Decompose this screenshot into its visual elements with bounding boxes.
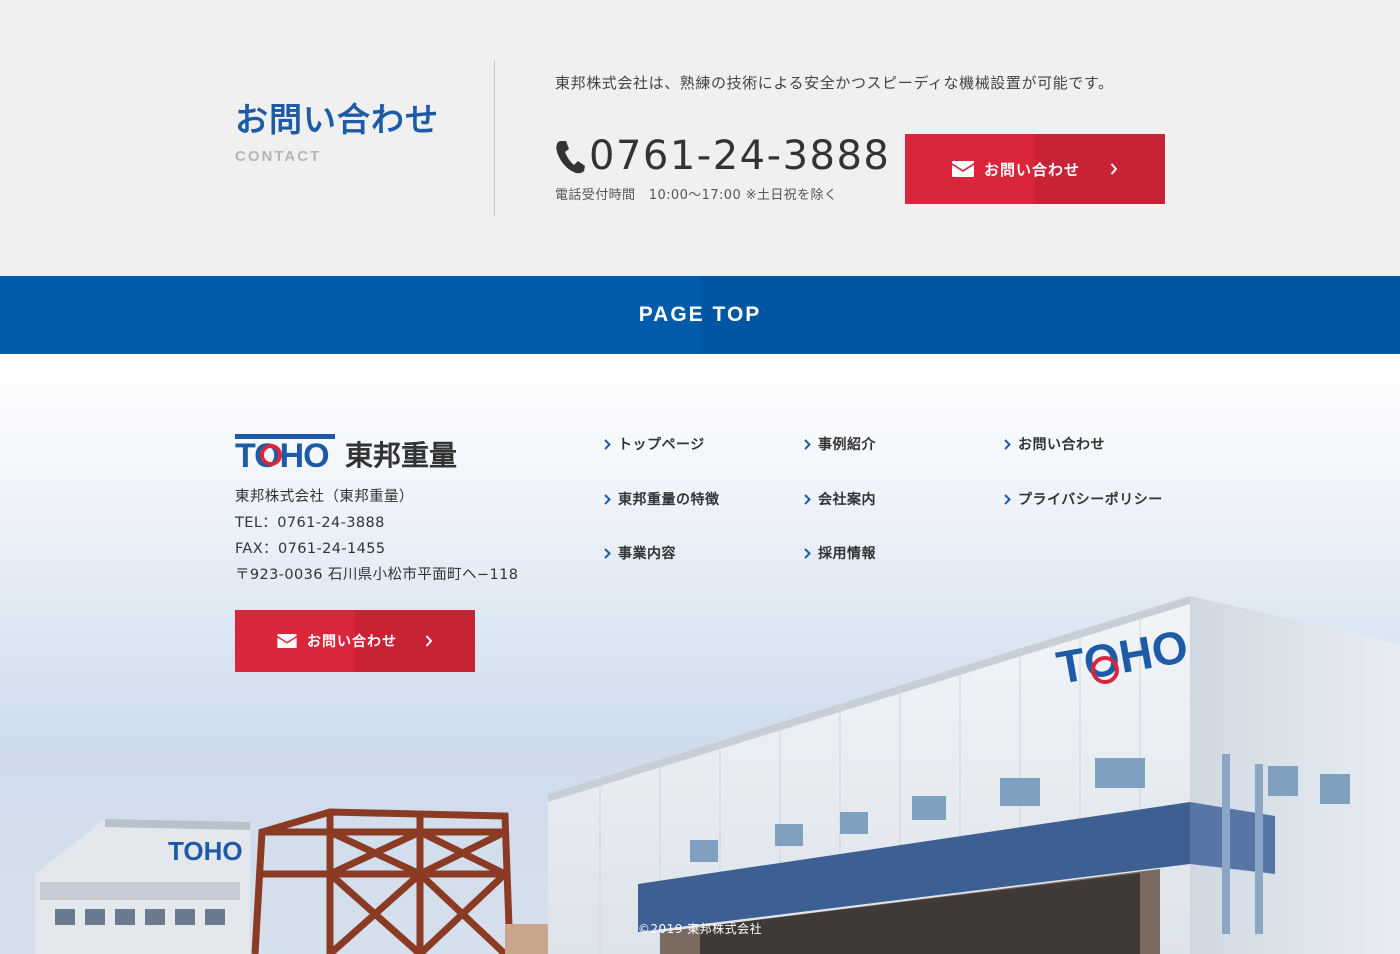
contact-heading: お問い合わせ CONTACT (235, 100, 439, 165)
chevron-right-icon (1110, 163, 1118, 175)
footer-nav: トップページ 事例紹介 お問い合わせ 東邦重量の特徴 会社案内 プライバシーポリ… (604, 430, 1204, 590)
chevron-right-icon (804, 438, 811, 450)
company-fax: FAX：0761-24-1455 (235, 541, 386, 557)
nav-link-contact[interactable]: お問い合わせ (1004, 434, 1105, 454)
chevron-right-icon (604, 438, 611, 450)
contact-description: 東邦株式会社は、熟練の技術による安全かつスピーディな機械設置が可能です。 (555, 74, 1114, 92)
company-address: 〒923-0036 石川県小松市平面町ヘ−118 (235, 567, 519, 583)
mail-icon (277, 634, 297, 648)
nav-link-company[interactable]: 会社案内 (804, 489, 876, 509)
company-info: 東邦株式会社（東邦重量） TEL：0761-24-3888 FAX：0761-2… (235, 484, 518, 588)
contact-section: お問い合わせ CONTACT 東邦株式会社は、熟練の技術による安全かつスピーディ… (0, 0, 1400, 276)
contact-divider (494, 60, 495, 216)
contact-title: お問い合わせ (235, 100, 439, 139)
contact-button-label: お問い合わせ (983, 160, 1080, 179)
page-top-label: PAGE TOP (638, 303, 762, 326)
nav-link-cases[interactable]: 事例紹介 (804, 434, 876, 454)
nav-link-privacy[interactable]: プライバシーポリシー (1004, 489, 1163, 509)
footer-contact-button-label: お問い合わせ (307, 634, 397, 650)
contact-subtitle: CONTACT (235, 147, 322, 165)
svg-text:東邦重量: 東邦重量 (345, 439, 457, 468)
nav-link-features[interactable]: 東邦重量の特徴 (604, 489, 720, 509)
chevron-right-icon (604, 547, 611, 559)
chevron-right-icon (1004, 438, 1011, 450)
mail-icon (951, 161, 974, 177)
chevron-right-icon (425, 635, 433, 647)
svg-text:TOHO: TOHO (235, 437, 329, 468)
phone-hours: 電話受付時間 10:00〜17:00 ※土日祝を除く (555, 188, 838, 203)
nav-link-top-page[interactable]: トップページ (604, 434, 705, 454)
left-building-sign: TOHO (168, 836, 243, 866)
svg-text:TOHO: TOHO (168, 836, 243, 866)
phone-icon (556, 141, 585, 174)
contact-button[interactable]: お問い合わせ (905, 134, 1165, 204)
phone-number[interactable]: 0761-24-3888 (589, 134, 890, 178)
footer: TOHO TOHO TOHO 東邦重量 東邦株式会社（東邦重量） TEL：076… (0, 354, 1400, 954)
page-top-button[interactable]: PAGE TOP (0, 276, 1400, 354)
chevron-right-icon (804, 493, 811, 505)
company-name: 東邦株式会社（東邦重量） (235, 489, 414, 505)
company-tel[interactable]: TEL：0761-24-3888 (235, 510, 518, 536)
nav-link-business[interactable]: 事業内容 (604, 543, 676, 563)
chevron-right-icon (804, 547, 811, 559)
chevron-right-icon (604, 493, 611, 505)
nav-link-recruit[interactable]: 採用情報 (804, 543, 876, 563)
chevron-right-icon (1004, 493, 1011, 505)
copyright: ©2019 東邦株式会社 (637, 922, 763, 936)
footer-contact-button[interactable]: お問い合わせ (235, 610, 475, 672)
toho-logo[interactable]: TOHO 東邦重量 (235, 434, 480, 468)
